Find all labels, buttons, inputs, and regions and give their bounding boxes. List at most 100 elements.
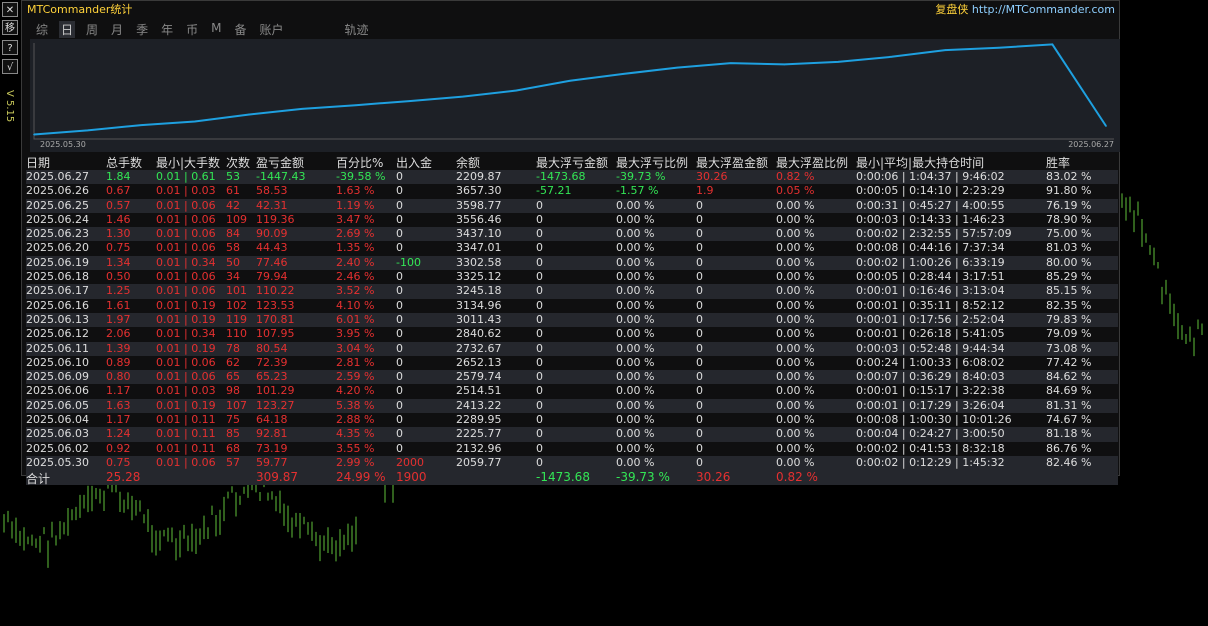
tab-7[interactable]: M	[209, 21, 223, 38]
tab-2[interactable]: 周	[84, 21, 100, 38]
tab-5[interactable]: 年	[159, 21, 175, 38]
tab-8[interactable]: 备	[232, 21, 248, 38]
brand-link[interactable]: 复盘侠 http://MTCommander.com	[935, 1, 1115, 17]
cell-2: 0.01 | 0.06	[156, 455, 216, 469]
cell-7: 3598.77	[456, 198, 502, 212]
cell-2: 0.01 | 0.34	[156, 255, 216, 269]
tab-9[interactable]: 账户	[257, 21, 285, 38]
cell-0: 2025.06.04	[26, 413, 89, 427]
cell-2: 0.01 | 0.19	[156, 298, 216, 312]
cell-1: 0.89	[106, 355, 131, 369]
cell-3: 75	[226, 413, 240, 427]
column-header-5: 百分比%	[336, 156, 384, 170]
cell-1: 1.30	[106, 227, 131, 241]
cell-12: 0:00:01 | 0:35:11 | 8:52:12	[856, 298, 1005, 312]
cell-13: 80.00 %	[1046, 255, 1092, 269]
cell-0: 2025.06.02	[26, 441, 89, 455]
help-button[interactable]: ?	[2, 40, 18, 55]
total-cell-4: 309.87	[256, 470, 298, 485]
cell-6: 0	[396, 398, 403, 412]
cell-12: 0:00:01 | 0:26:18 | 5:41:05	[856, 327, 1005, 341]
cell-10: 0	[696, 370, 703, 384]
cell-10: 30.26	[696, 170, 728, 183]
cell-8: 0	[536, 298, 543, 312]
total-cell-9: -39.73 %	[616, 470, 670, 485]
table-row: 2025.06.10 0.89 0.01 | 0.06 62 72.39 2.81 % 0 2…	[26, 356, 1118, 370]
column-header-13: 胜率	[1046, 156, 1071, 170]
cell-13: 77.42 %	[1046, 355, 1092, 369]
cell-12: 0:00:05 | 0:28:44 | 3:17:51	[856, 270, 1005, 284]
cell-2: 0.01 | 0.19	[156, 312, 216, 326]
cell-12: 0:00:03 | 0:52:48 | 9:44:34	[856, 341, 1005, 355]
cell-9: -39.73 %	[616, 170, 666, 183]
tab-10[interactable]: 轨迹	[343, 21, 371, 38]
cell-11: 0.00 %	[776, 355, 815, 369]
cell-0: 2025.06.09	[26, 370, 89, 384]
cell-0: 2025.06.19	[26, 255, 89, 269]
column-header-9: 最大浮亏比例	[616, 156, 689, 170]
column-header-0: 日期	[26, 156, 51, 170]
move-button[interactable]: 移	[2, 20, 18, 35]
cell-9: 0.00 %	[616, 455, 655, 469]
tab-0[interactable]: 综	[34, 21, 50, 38]
cell-9: 0.00 %	[616, 270, 655, 284]
total-cell-0: 合计	[26, 472, 51, 487]
cell-4: 92.81	[256, 427, 288, 441]
tab-3[interactable]: 月	[109, 21, 125, 38]
cell-13: 81.18 %	[1046, 427, 1092, 441]
cell-9: 0.00 %	[616, 255, 655, 269]
cell-5: -39.58 %	[336, 170, 386, 183]
cell-8: 0	[536, 355, 543, 369]
cell-11: 0.00 %	[776, 241, 815, 255]
tab-1[interactable]: 日	[59, 21, 76, 38]
cell-10: 0	[696, 413, 703, 427]
cell-1: 0.75	[106, 455, 131, 469]
cell-9: -1.57 %	[616, 184, 659, 198]
brand-url[interactable]: http://MTCommander.com	[972, 3, 1115, 16]
cell-4: 77.46	[256, 255, 288, 269]
chart-end-date: 2025.06.27	[1068, 140, 1114, 149]
cell-10: 0	[696, 298, 703, 312]
equity-point-20	[1105, 125, 1107, 127]
tab-4[interactable]: 季	[134, 21, 150, 38]
table-row: 2025.06.19 1.34 0.01 | 0.34 50 77.46 2.40 % -1…	[26, 255, 1118, 271]
table-row: 2025.06.25 0.57 0.01 | 0.06 42 42.31 1.19 % 0 3…	[26, 198, 1118, 213]
cell-13: 85.15 %	[1046, 284, 1092, 298]
cell-11: 0.00 %	[776, 441, 815, 455]
table-row: 2025.06.24 1.46 0.01 | 0.06 109 119.36 3.47 %…	[26, 213, 1118, 227]
cell-11: 0.82 %	[776, 170, 815, 183]
cell-2: 0.01 | 0.11	[156, 413, 216, 427]
cell-11: 0.00 %	[776, 341, 815, 355]
cell-0: 2025.06.17	[26, 284, 89, 298]
cell-4: 64.18	[256, 413, 288, 427]
cell-5: 3.55 %	[336, 441, 375, 455]
cell-11: 0.00 %	[776, 227, 815, 241]
cell-0: 2025.06.26	[26, 184, 89, 198]
cell-1: 1.17	[106, 384, 131, 398]
cell-2: 0.01 | 0.11	[156, 427, 216, 441]
cell-6: 0	[396, 355, 403, 369]
tab-6[interactable]: 币	[184, 21, 200, 38]
cell-12: 0:00:01 | 0:17:29 | 3:26:04	[856, 398, 1005, 412]
cell-10: 0	[696, 227, 703, 241]
cell-2: 0.01 | 0.06	[156, 212, 216, 226]
cell-10: 0	[696, 198, 703, 212]
cell-1: 1.39	[106, 341, 131, 355]
cell-9: 0.00 %	[616, 384, 655, 398]
cell-2: 0.01 | 0.19	[156, 341, 216, 355]
cell-4: 80.54	[256, 341, 288, 355]
cell-8: 0	[536, 370, 543, 384]
cell-1: 1.24	[106, 427, 131, 441]
close-icon[interactable]: ✕	[2, 2, 18, 17]
cell-7: 3011.43	[456, 312, 502, 326]
cell-7: 3556.46	[456, 212, 502, 226]
confirm-button[interactable]: √	[2, 59, 18, 74]
cell-0: 2025.06.23	[26, 227, 89, 241]
cell-12: 0:00:02 | 1:00:26 | 6:33:19	[856, 255, 1005, 269]
cell-8: 0	[536, 427, 543, 441]
total-row: 合计 25.28 309.87 24.99 % 1900 -1473.68 -39.73 %…	[26, 470, 1118, 487]
cell-8: 0	[536, 212, 543, 226]
cell-11: 0.00 %	[776, 284, 815, 298]
cell-0: 2025.06.24	[26, 212, 89, 226]
cell-1: 2.06	[106, 327, 131, 341]
